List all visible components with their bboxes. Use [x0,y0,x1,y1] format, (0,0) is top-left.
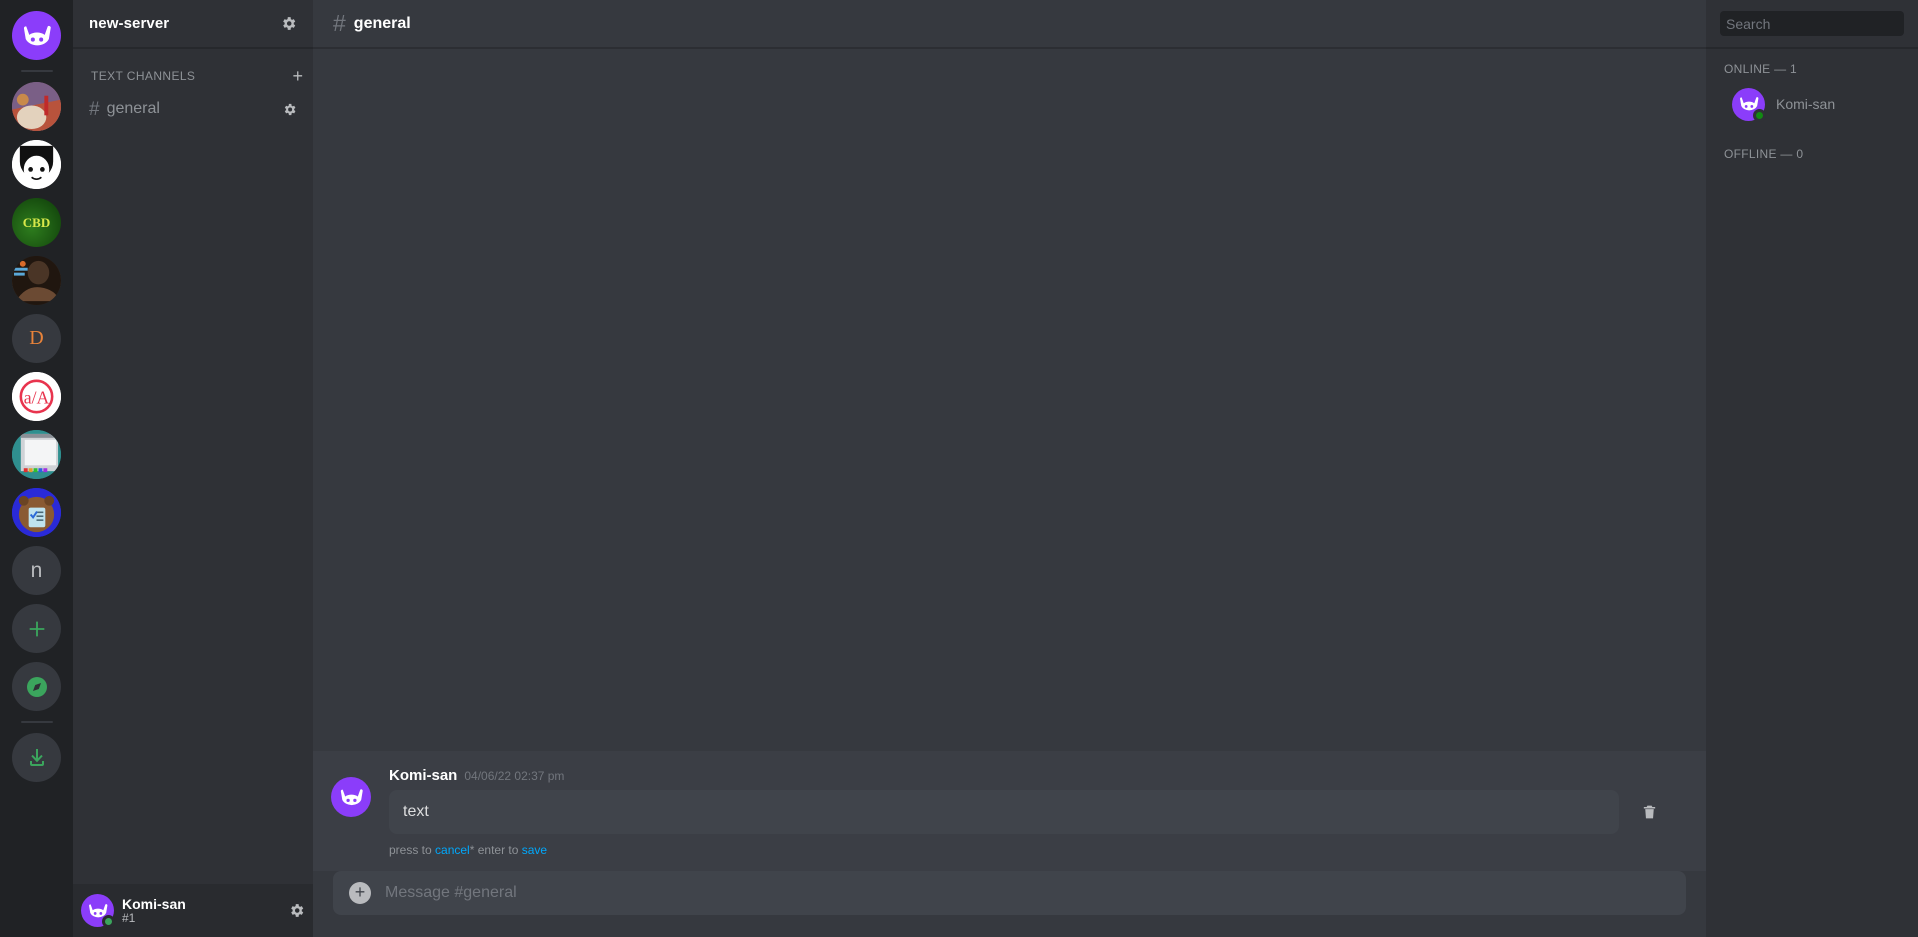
member-list: ONLINE — 1 Komi-san OFFLINE — 0 [1706,48,1918,937]
server-icon-label: CBD [22,214,51,230]
channel-item-general[interactable]: # general [81,92,305,126]
aa-logo-icon: a/A [12,372,61,421]
server-icon-beaver-server[interactable] [12,488,61,537]
message-edit-input[interactable] [389,790,1619,834]
server-icon-label: D [29,327,44,349]
message-body: Komi-san 04/06/22 02:37 pm press to canc… [389,767,1682,857]
delete-message-trash-icon[interactable] [1641,803,1658,821]
channel-sidebar: new-server TEXT CHANNELS + # general Kom… [73,0,313,937]
upload-attachment-button[interactable]: + [349,882,371,904]
category-label: TEXT CHANNELS [91,69,196,83]
message-author-avatar[interactable] [331,777,371,817]
rail-divider-bottom [20,721,53,723]
download-icon [29,748,44,766]
message-timestamp: 04/06/22 02:37 pm [464,769,565,783]
server-rail[interactable]: CBD D a/A n [0,0,73,937]
photo-thumbnail-icon [12,256,61,305]
message-avatar-wrap [313,767,389,817]
hint-middle: * enter to [469,843,522,857]
current-user-avatar[interactable] [81,894,115,928]
save-edit-link[interactable]: save [522,843,547,857]
download-apps-button[interactable] [12,733,61,782]
server-header[interactable]: new-server [73,0,313,48]
channel-title: general [353,14,411,32]
server-name: new-server [89,15,170,32]
server-icon-cbd-server[interactable]: CBD [12,198,61,247]
hash-icon: # [333,10,346,36]
server-icon-aa-server[interactable]: a/A [12,372,61,421]
category-text-channels[interactable]: TEXT CHANNELS + [73,64,313,88]
online-status-dot [1753,108,1766,122]
member-sidebar: ONLINE — 1 Komi-san OFFLINE — 0 [1706,0,1918,937]
server-icon-manga-server[interactable] [12,140,61,189]
cancel-edit-link[interactable]: cancel [435,843,470,857]
search-input[interactable] [1720,11,1904,36]
message-list-spacer [313,48,1706,871]
rail-divider [20,70,53,72]
paint-thumbnail-icon [12,430,61,479]
server-icon-fire-emblem-server[interactable] [12,82,61,131]
current-user-tag: #1 [122,910,136,925]
channel-header: # general [313,0,1706,48]
member-search-bar [1706,0,1918,48]
discord-app: CBD D a/A n new-server TEXT CHANNELS + #… [0,0,1918,937]
member-list-item[interactable]: Komi-san [1706,83,1918,125]
komi-logo-icon [23,25,51,45]
create-channel-button[interactable]: + [292,67,303,85]
komi-logo-icon [340,788,363,805]
server-icon-person-server[interactable] [12,256,61,305]
member-name: Komi-san [1776,96,1836,112]
current-user-panel[interactable]: Komi-san #1 [73,884,313,937]
channel-list: TEXT CHANNELS + # general [73,48,313,884]
channel-label-group: # general [89,100,160,119]
server-icon-n-server[interactable]: n [12,546,61,595]
member-group-offline-header: OFFLINE — 0 [1724,147,1804,161]
current-user-name: Komi-san [122,895,186,912]
hash-icon: # [89,98,100,120]
member-avatar[interactable] [1732,87,1766,122]
message-edit-row [389,790,1682,834]
message-input[interactable] [385,884,1670,902]
svg-text:a/A: a/A [24,387,50,407]
user-settings-gear-icon[interactable] [288,902,305,919]
artwork-thumbnail-icon [12,82,61,131]
message-composer[interactable]: + [333,871,1686,915]
message-composer-wrap: + [313,871,1706,937]
add-server-button[interactable] [12,604,61,653]
compass-icon [26,676,47,697]
main-chat-area: # general Komi-san 04/06/22 02:37 pm tex… [313,0,1706,937]
message-item-editing: Komi-san 04/06/22 02:37 pm press to canc… [313,751,1706,871]
server-icon-new-server[interactable] [12,11,61,60]
online-status-dot [102,915,115,928]
message-edit-hint: press to cancel* enter to save [389,843,1682,857]
server-icon-label: n [30,558,43,582]
plus-icon [29,621,44,636]
current-user-info: Komi-san #1 [122,896,280,926]
message-author-name: Komi-san [389,767,458,784]
beaver-thumbnail-icon [12,488,61,537]
message-list[interactable]: Komi-san 04/06/22 02:37 pm press to canc… [313,48,1706,871]
manga-thumbnail-icon [12,140,61,189]
channel-name: general [106,100,160,117]
server-icon-d-server[interactable]: D [12,314,61,363]
hint-prefix: press to [389,843,436,857]
message-meta: Komi-san 04/06/22 02:37 pm [389,767,1682,784]
server-icon-paint-server[interactable] [12,430,61,479]
channel-settings-gear-icon[interactable] [282,102,297,117]
server-settings-gear-icon[interactable] [280,15,297,32]
explore-servers-button[interactable] [12,662,61,711]
member-group-online-header: ONLINE — 1 [1724,62,1798,76]
